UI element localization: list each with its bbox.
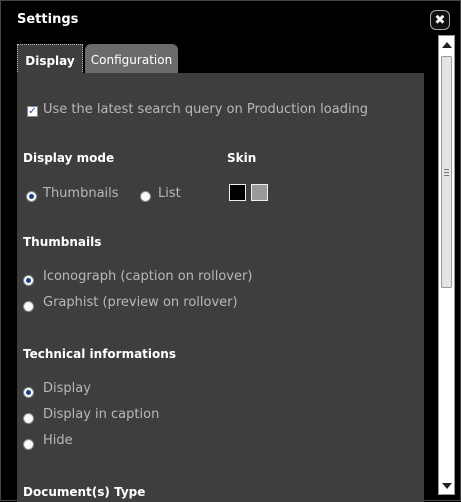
radio-graphist-label[interactable]: Graphist (preview on rollover) <box>43 295 238 310</box>
radio-tech-hide[interactable] <box>23 439 34 450</box>
radio-thumbnails[interactable] <box>26 191 37 202</box>
use-latest-query-checkbox[interactable]: ✓ <box>27 106 38 117</box>
radio-iconograph[interactable] <box>23 275 34 286</box>
radio-tech-display-label[interactable]: Display <box>43 381 91 396</box>
radio-list[interactable] <box>140 191 151 202</box>
use-latest-query-label[interactable]: Use the latest search query on Productio… <box>43 102 368 117</box>
radio-tech-display[interactable] <box>23 387 34 398</box>
radio-list-label[interactable]: List <box>158 186 181 201</box>
thumbnails-heading: Thumbnails <box>23 235 102 249</box>
display-mode-heading: Display mode <box>23 151 115 165</box>
scroll-up-icon[interactable] <box>442 42 452 48</box>
dialog-title: Settings <box>17 12 79 27</box>
radio-iconograph-label[interactable]: Iconograph (caption on rollover) <box>43 269 252 284</box>
skin-swatch-black[interactable] <box>229 184 246 201</box>
tab-configuration[interactable]: Configuration <box>85 44 178 74</box>
scrollbar[interactable] <box>438 35 455 495</box>
technical-heading: Technical informations <box>23 347 176 361</box>
scroll-thumb[interactable] <box>441 56 452 288</box>
close-button[interactable]: ✖ <box>430 10 450 30</box>
skin-swatch-grey[interactable] <box>251 184 268 201</box>
scroll-down-icon[interactable] <box>442 483 452 489</box>
radio-tech-caption-label[interactable]: Display in caption <box>43 407 159 422</box>
document-type-heading: Document(s) Type <box>23 485 146 499</box>
display-panel: ✓ Use the latest search query on Product… <box>17 73 424 502</box>
tab-display[interactable]: Display <box>17 44 83 74</box>
radio-tech-hide-label[interactable]: Hide <box>43 433 73 448</box>
grip-line <box>444 172 449 173</box>
radio-graphist[interactable] <box>23 301 34 312</box>
radio-tech-caption[interactable] <box>23 413 34 424</box>
radio-thumbnails-label[interactable]: Thumbnails <box>43 186 119 201</box>
settings-dialog: Settings ✖ Display Configuration ✓ Use t… <box>0 0 461 502</box>
grip-line <box>444 169 449 170</box>
grip-line <box>444 175 449 176</box>
skin-heading: Skin <box>227 151 257 165</box>
close-icon: ✖ <box>434 12 446 28</box>
